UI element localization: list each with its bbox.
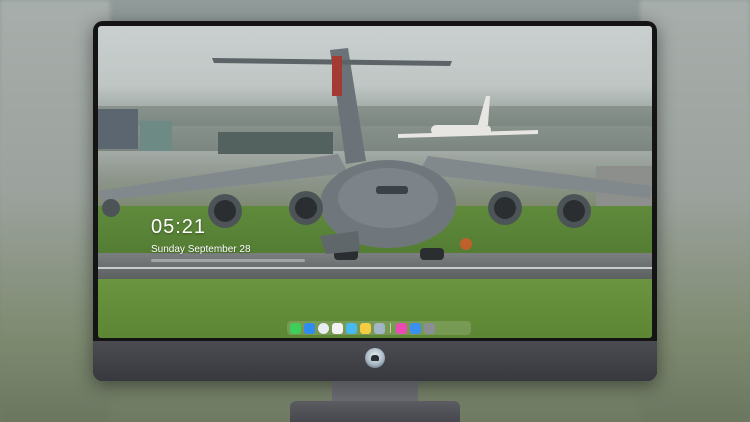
photos-icon[interactable] — [332, 322, 343, 334]
app-store-icon[interactable] — [410, 322, 421, 334]
safari-icon[interactable] — [318, 322, 329, 334]
clips-icon[interactable] — [346, 322, 357, 334]
monitor-stand-base — [290, 401, 460, 422]
lock-screen-subtitle-line — [151, 259, 305, 262]
dock-separator — [390, 323, 391, 333]
monitor-chin — [93, 341, 657, 381]
distant-airliner — [398, 96, 538, 138]
lock-screen-date: Sunday September 28 — [151, 244, 251, 255]
wallpaper-aircraft-illustration — [98, 48, 652, 260]
camera-icon[interactable] — [424, 322, 435, 334]
lock-screen-time: 05:21 — [151, 216, 207, 238]
exhaust-glow — [460, 238, 472, 250]
itunes-icon[interactable] — [396, 322, 407, 334]
messages-icon[interactable] — [290, 322, 301, 334]
notes-icon[interactable] — [360, 322, 371, 334]
finder-icon[interactable] — [304, 322, 315, 334]
dock — [287, 321, 471, 335]
preview-icon[interactable] — [374, 322, 385, 334]
monitor-frame: 05:21 Sunday September 28 — [93, 21, 657, 381]
alien-logo-icon — [365, 348, 385, 368]
desktop-screen: 05:21 Sunday September 28 — [98, 26, 652, 338]
monitor-stand-neck — [332, 381, 418, 403]
